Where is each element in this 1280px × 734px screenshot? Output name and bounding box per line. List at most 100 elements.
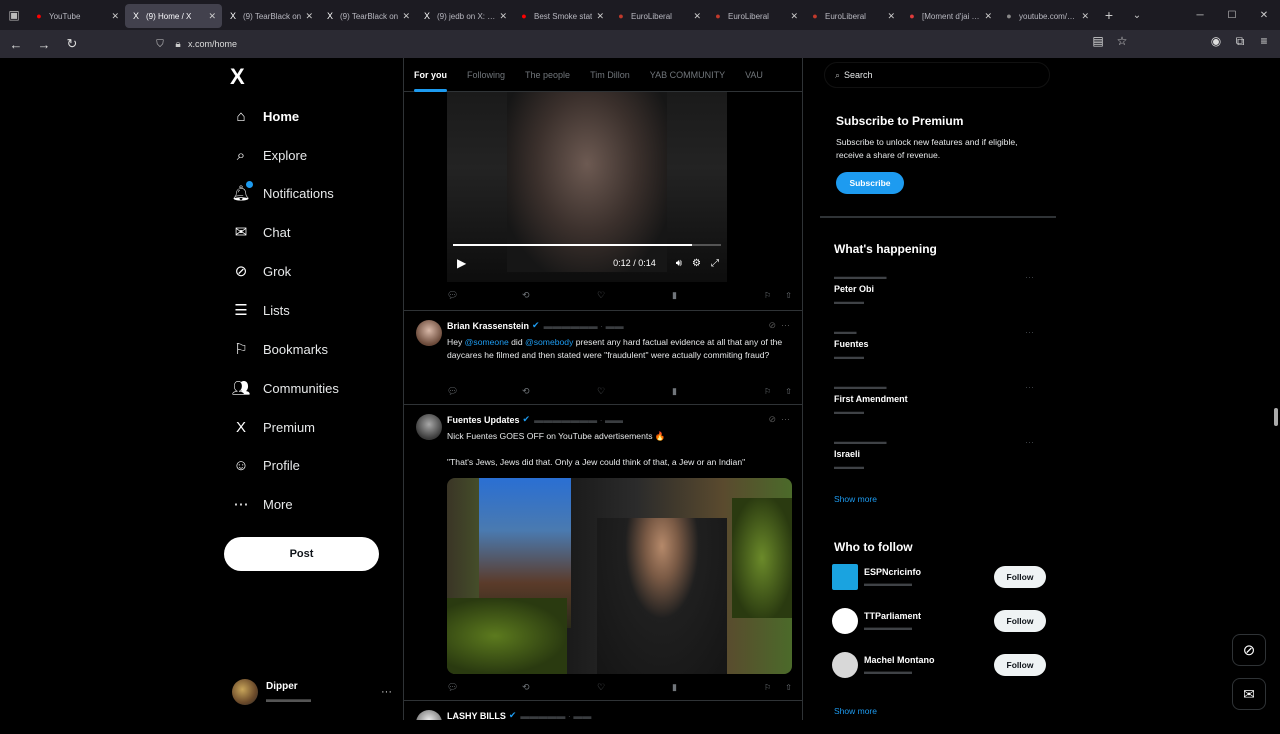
browser-tab[interactable]: ● EuroLiberal ✕ — [707, 4, 804, 28]
menu-icon[interactable]: ≡ — [1254, 34, 1274, 49]
url-bar[interactable]: ⛉ 🔒︎ x.com/home — [152, 33, 1082, 55]
show-more-link[interactable]: Show more — [834, 706, 877, 716]
like-icon[interactable]: ♡ — [597, 682, 672, 693]
url-text[interactable]: x.com/home — [188, 39, 237, 49]
close-tab-icon[interactable]: ✕ — [790, 11, 798, 22]
repost-icon[interactable]: ⟲ — [522, 682, 597, 693]
search-box[interactable]: ⌕ Search — [824, 62, 1050, 88]
trend-item[interactable]: ▬▬▬▬▬▬▬ Peter Obi ▬▬▬▬ ⋯ — [834, 272, 1044, 306]
post-button[interactable]: Post — [224, 537, 379, 571]
follow-suggestion[interactable]: TTParliament ▬▬▬▬▬▬ Follow — [832, 606, 1046, 636]
forward-icon[interactable]: → — [32, 37, 56, 52]
tweet-author[interactable]: LASHY BILLS — [447, 711, 506, 721]
timeline-tab[interactable]: The people — [515, 58, 580, 92]
reply-icon[interactable]: 💬︎ — [447, 682, 522, 693]
trend-more-icon[interactable]: ⋯ — [1025, 272, 1034, 283]
close-tab-icon[interactable]: ✕ — [693, 11, 701, 22]
maximize-button[interactable]: ☐ — [1216, 10, 1248, 21]
timeline-tab[interactable]: Following — [457, 58, 515, 92]
close-tab-icon[interactable]: ✕ — [111, 11, 119, 22]
sidebar-item-profile[interactable]: ☺ Profile — [232, 451, 300, 479]
timeline-tab[interactable]: VAU — [735, 58, 773, 92]
browser-tab[interactable]: X (9) Home / X ✕ — [125, 4, 222, 28]
timeline-tab[interactable]: Tim Dillon — [580, 58, 640, 92]
reply-icon[interactable]: 💬︎ — [447, 386, 522, 397]
share-icon[interactable]: ⇧ — [785, 387, 792, 396]
sidebar-item-explore[interactable]: ⌕ Explore — [232, 141, 307, 169]
more-icon[interactable]: ⋯ — [781, 320, 790, 330]
like-icon[interactable]: ♡ — [597, 386, 672, 397]
follow-name[interactable]: TTParliament — [864, 611, 921, 621]
avatar[interactable] — [416, 710, 442, 720]
reply-icon[interactable]: 💬︎ — [447, 290, 522, 301]
follow-button[interactable]: Follow — [994, 566, 1046, 588]
views-icon[interactable]: ▮ — [672, 386, 747, 397]
close-tab-icon[interactable]: ✕ — [402, 11, 410, 22]
avatar[interactable] — [832, 652, 858, 678]
bookmark-icon[interactable]: ⚐ — [764, 387, 771, 396]
avatar[interactable] — [416, 320, 442, 346]
avatar[interactable] — [416, 414, 442, 440]
avatar[interactable] — [832, 564, 858, 590]
avatar[interactable] — [832, 608, 858, 634]
sidebar-item-more[interactable]: ⋯ More — [232, 490, 293, 518]
tab-overview-icon[interactable]: ▣ — [0, 0, 28, 30]
x-logo[interactable]: X — [230, 64, 245, 90]
tweet-author[interactable]: Fuentes Updates — [447, 415, 520, 425]
trend-more-icon[interactable]: ⋯ — [1025, 327, 1034, 338]
browser-tab[interactable]: X (9) TearBlack on ✕ — [222, 4, 319, 28]
sidebar-item-home[interactable]: ⌂ Home — [232, 102, 299, 130]
close-tab-icon[interactable]: ✕ — [887, 11, 895, 22]
subscribe-button[interactable]: Subscribe — [836, 172, 904, 194]
play-icon[interactable]: ▶ — [457, 256, 466, 270]
trend-item[interactable]: ▬▬▬▬▬▬▬ First Amendment ▬▬▬▬ ⋯ — [834, 382, 1044, 416]
sidebar-item-chat[interactable]: ✉ Chat — [232, 218, 291, 246]
grok-icon[interactable]: ⊘ — [1232, 634, 1266, 666]
browser-tab[interactable]: ● Best Smoke stat ✕ — [513, 4, 610, 28]
messages-icon[interactable]: ✉ — [1232, 678, 1266, 710]
views-icon[interactable]: ▮ — [672, 290, 747, 301]
trend-item[interactable]: ▬▬▬ Fuentes ▬▬▬▬ ⋯ — [834, 327, 1044, 361]
timeline-tab[interactable]: YAB COMMUNITY — [640, 58, 735, 92]
close-tab-icon[interactable]: ✕ — [208, 11, 216, 22]
close-tab-icon[interactable]: ✕ — [596, 11, 604, 22]
browser-tab[interactable]: ● YouTube ✕ — [28, 4, 125, 28]
bookmark-icon[interactable]: ⚐ — [764, 683, 771, 692]
more-icon[interactable]: ⋯ — [781, 414, 790, 424]
account-more-icon[interactable]: ··· — [381, 686, 392, 698]
mention-link[interactable]: @somebody — [525, 337, 573, 347]
share-icon[interactable]: ⇧ — [785, 291, 792, 300]
browser-tab[interactable]: X (9) jedb on X: "Th ✕ — [416, 4, 513, 28]
browser-tab[interactable]: ● EuroLiberal ✕ — [610, 4, 707, 28]
extensions-icon[interactable]: ⧉ — [1230, 34, 1250, 49]
follow-suggestion[interactable]: ESPNcricinfo ▬▬▬▬▬▬ Follow — [832, 562, 1046, 592]
video-progress-bar[interactable] — [453, 244, 721, 246]
views-icon[interactable]: ▮ — [672, 682, 747, 693]
sidebar-item-premium[interactable]: X Premium — [232, 413, 315, 441]
sidebar-item-communities[interactable]: 👥︎ Communities — [231, 374, 338, 402]
like-icon[interactable]: ♡ — [597, 290, 672, 301]
account-icon[interactable]: ◉ — [1206, 34, 1226, 49]
browser-tab[interactable]: ● EuroLiberal ✕ — [804, 4, 901, 28]
volume-icon[interactable]: 🔊︎ — [676, 258, 682, 269]
search-placeholder[interactable]: Search — [844, 70, 873, 80]
back-icon[interactable]: ← — [4, 37, 28, 52]
lock-icon[interactable]: 🔒︎ — [170, 39, 186, 50]
bookmark-icon[interactable]: ⚐ — [764, 291, 771, 300]
shield-icon[interactable]: ⛉ — [152, 39, 168, 50]
grok-icon[interactable]: ⊘ — [768, 320, 776, 330]
mention-link[interactable]: @someone — [465, 337, 509, 347]
trend-more-icon[interactable]: ⋯ — [1025, 382, 1034, 393]
trend-item[interactable]: ▬▬▬▬▬▬▬ Israeli ▬▬▬▬ ⋯ — [834, 437, 1044, 471]
video-player[interactable]: ▶ 0:12 / 0:14 🔊︎ ⚙ ⤢ — [447, 92, 727, 282]
follow-button[interactable]: Follow — [994, 610, 1046, 632]
browser-tab[interactable]: ● [Moment d'jai - Gr ✕ — [901, 4, 998, 28]
scrollbar[interactable] — [1274, 408, 1278, 426]
settings-icon[interactable]: ⚙ — [692, 258, 701, 269]
tweet-author[interactable]: Brian Krassenstein — [447, 321, 529, 331]
fullscreen-icon[interactable]: ⤢ — [711, 258, 719, 269]
close-tab-icon[interactable]: ✕ — [499, 11, 507, 22]
sidebar-item-notifications[interactable]: 🔔︎ Notifications — [231, 179, 334, 207]
repost-icon[interactable]: ⟲ — [522, 290, 597, 301]
minimize-button[interactable]: ─ — [1184, 10, 1216, 21]
